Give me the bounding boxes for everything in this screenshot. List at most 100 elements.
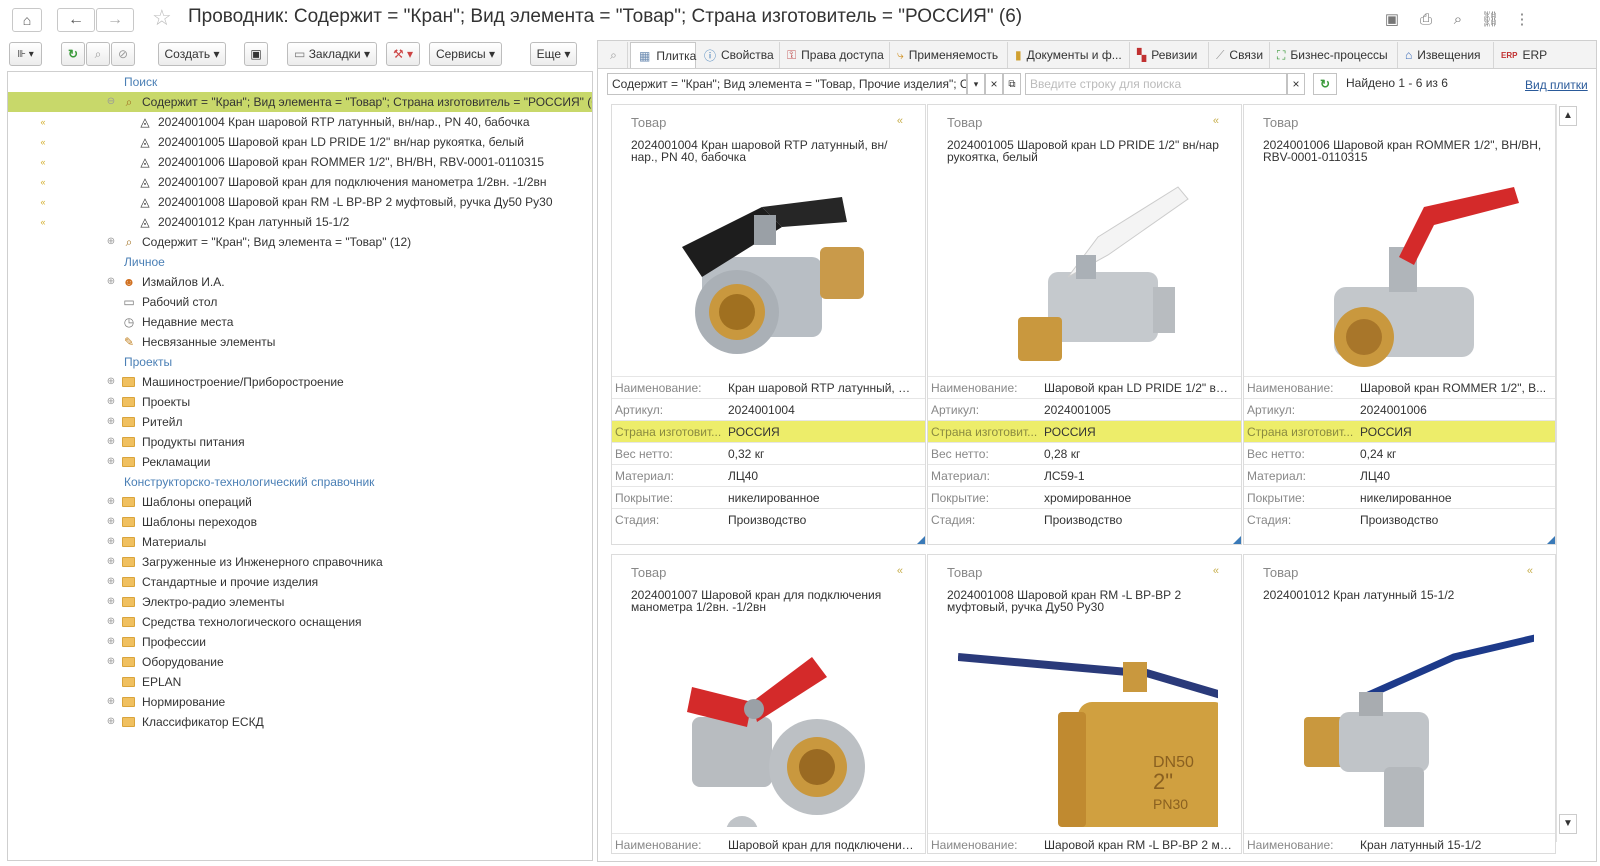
more-button[interactable]: Еще ▾ xyxy=(530,42,577,66)
tab-tiles[interactable]: ▦ Плитка xyxy=(630,42,696,68)
back-button[interactable]: ← xyxy=(57,8,95,32)
expand-icon[interactable]: ⊕ xyxy=(106,377,116,387)
tab-search[interactable]: ⌕ xyxy=(600,42,628,68)
expand-icon[interactable]: ⊕ xyxy=(106,517,116,527)
tree-item[interactable]: « ◬ 2024001006 Шаровой кран ROMMER 1/2", В… xyxy=(8,152,592,172)
expand-icon[interactable]: ⊕ xyxy=(106,457,116,467)
tree-folder[interactable]: ⊕ Оборудование xyxy=(8,652,592,672)
tab-documents[interactable]: ▮ Документы и ф... xyxy=(1009,42,1130,68)
tab-revisions[interactable]: ▚ Ревизии xyxy=(1131,42,1209,68)
product-card[interactable]: Товар « 2024001007 Шаровой кран для подк… xyxy=(611,554,926,854)
structure-dropdown[interactable]: ⊪ ▾ xyxy=(9,42,42,66)
create-button[interactable]: Создать ▾ xyxy=(158,42,226,66)
tree-item-user[interactable]: ⊕ ☻ Измайлов И.А. xyxy=(8,272,592,292)
expand-icon[interactable]: ⊕ xyxy=(106,277,116,287)
link-icon[interactable]: ⛓ xyxy=(1480,9,1500,29)
expand-icon[interactable]: ⊕ xyxy=(106,557,116,567)
pin-icon[interactable]: « xyxy=(1213,565,1219,577)
expand-icon[interactable]: ⊕ xyxy=(106,237,116,247)
query-field[interactable]: Содержит = "Кран"; Вид элемента = "Товар… xyxy=(607,73,967,95)
tree-folder[interactable]: ⊕ Шаблоны операций xyxy=(8,492,592,512)
tree-folder[interactable]: ⊕ Стандартные и прочие изделия xyxy=(8,572,592,592)
expand-icon[interactable]: ⊕ xyxy=(106,617,116,627)
tiles-scrollbar[interactable]: ▲ ▼ xyxy=(1556,104,1578,842)
product-card[interactable]: Товар 2024001006 Шаровой кран ROMMER 1/2… xyxy=(1243,104,1556,545)
tree-folder[interactable]: ⊕ Рекламации xyxy=(8,452,592,472)
expand-icon[interactable]: ⊕ xyxy=(106,697,116,707)
expand-icon[interactable]: ⊕ xyxy=(106,577,116,587)
tree-item[interactable]: « ◬ 2024001012 Кран латунный 15-1/2 xyxy=(8,212,592,232)
expand-icon[interactable]: ⊕ xyxy=(106,717,116,727)
more-vert-icon[interactable]: ⋮ xyxy=(1512,9,1532,29)
tree-folder[interactable]: ⊕ Ритейл xyxy=(8,412,592,432)
tab-access[interactable]: ⚿ Права доступа xyxy=(781,42,890,68)
star-icon[interactable]: ☆ xyxy=(152,5,172,31)
tab-properties[interactable]: ⓘ Свойства xyxy=(698,42,780,68)
tree-query-selected[interactable]: ⊖ ⌕ Содержит = "Кран"; Вид элемента = "Тов… xyxy=(8,92,592,112)
expand-icon[interactable]: ⊕ xyxy=(106,417,116,427)
tree-folder[interactable]: ⊕ Профессии xyxy=(8,632,592,652)
forward-button[interactable]: → xyxy=(96,8,134,32)
tree-item[interactable]: « ◬ 2024001004 Кран шаровой RTP латунный, … xyxy=(8,112,592,132)
tree-folder[interactable]: ⊕ Проекты xyxy=(8,392,592,412)
tree-folder[interactable]: ⊕ Классификатор ЕСКД xyxy=(8,712,592,732)
refresh-button[interactable]: ↻ xyxy=(61,42,85,66)
tab-notices[interactable]: ⌂ Извещения xyxy=(1399,42,1494,68)
find-button[interactable]: ⌕ xyxy=(86,42,110,66)
find-clear-button[interactable]: ⊘ xyxy=(111,42,135,66)
pin-icon[interactable]: « xyxy=(1213,115,1219,127)
home-button[interactable]: ⌂ xyxy=(12,8,42,32)
save-icon[interactable]: ▣ xyxy=(1382,9,1402,29)
expand-icon[interactable]: ⊕ xyxy=(106,597,116,607)
print-icon[interactable]: ⎙ xyxy=(1416,9,1436,29)
bookmarks-button[interactable]: ▭ Закладки ▾ xyxy=(287,42,377,66)
pin-icon[interactable]: « xyxy=(897,115,903,127)
tab-erp[interactable]: ERP ERP xyxy=(1495,42,1555,68)
product-card[interactable]: Товар « 2024001005 Шаровой кран LD PRIDE… xyxy=(927,104,1242,545)
search-clear-button[interactable]: × xyxy=(1287,73,1305,95)
expand-icon[interactable]: ⊕ xyxy=(106,437,116,447)
product-card[interactable]: Товар « 2024001012 Кран латунный 15-1/2 … xyxy=(1243,554,1556,854)
tree-item[interactable]: « ◬ 2024001008 Шаровой кран RM -L ВР-ВР 2 … xyxy=(8,192,592,212)
expand-icon[interactable]: ⊕ xyxy=(106,497,116,507)
tree-folder[interactable]: ⊕ Загруженные из Инженерного справочника xyxy=(8,552,592,572)
tree-folder[interactable]: ⊕ Материалы xyxy=(8,532,592,552)
tree-item[interactable]: « ◬ 2024001005 Шаровой кран LD PRIDE 1/2" … xyxy=(8,132,592,152)
expand-icon[interactable]: ⊕ xyxy=(106,397,116,407)
query-clear-button[interactable]: × xyxy=(985,73,1003,95)
tree-query[interactable]: ⊕ ⌕ Содержит = "Кран"; Вид элемента = "Тов… xyxy=(8,232,592,252)
search-input[interactable]: Введите строку для поиска xyxy=(1025,73,1287,95)
tab-links[interactable]: ⟋ Связи xyxy=(1210,42,1270,68)
tree-folder[interactable]: ⊕ Средства технологического оснащения xyxy=(8,612,592,632)
tree-folder[interactable]: ⊕ Электро-радио элементы xyxy=(8,592,592,612)
tree-item-recent[interactable]: ◷ Недавние места xyxy=(8,312,592,332)
tree-item-desktop[interactable]: ▭ Рабочий стол xyxy=(8,292,592,312)
expand-icon[interactable]: ⊕ xyxy=(106,637,116,647)
preview-icon[interactable]: ⌕ xyxy=(1448,9,1468,29)
scroll-down-icon[interactable]: ▼ xyxy=(1559,814,1577,834)
tree-folder[interactable]: ⊕ Машиностроение/Приборостроение xyxy=(8,372,592,392)
tree-folder[interactable]: ⊕ Шаблоны переходов xyxy=(8,512,592,532)
services-button[interactable]: Сервисы ▾ xyxy=(429,42,502,66)
navigator-tree[interactable]: Поиск ⊖ ⌕ Содержит = "Кран"; Вид элемента … xyxy=(7,71,593,861)
tree-item-unlinked[interactable]: ✎ Несвязанные элементы xyxy=(8,332,592,352)
refresh-results-button[interactable]: ↻ xyxy=(1313,73,1337,95)
expand-icon[interactable]: ⊕ xyxy=(106,537,116,547)
tab-business-processes[interactable]: ⛶ Бизнес-процессы xyxy=(1271,42,1398,68)
tile-view-link[interactable]: Вид плитки xyxy=(1525,78,1588,92)
tree-folder[interactable]: ⊕ Продукты питания xyxy=(8,432,592,452)
tree-item[interactable]: « ◬ 2024001007 Шаровой кран для подключени… xyxy=(8,172,592,192)
save-toolbar-button[interactable]: ▣ xyxy=(244,42,268,66)
tools-button[interactable]: ⚒ ▾ xyxy=(386,42,420,66)
tree-folder[interactable]: ⊕ Нормирование xyxy=(8,692,592,712)
product-card[interactable]: Товар « 2024001004 Кран шаровой RTP лату… xyxy=(611,104,926,545)
query-dropdown-button[interactable]: ▾ xyxy=(967,73,985,95)
tab-usage[interactable]: ⤷ Применяемость xyxy=(891,42,1008,68)
tree-folder[interactable]: EPLAN xyxy=(8,672,592,692)
pin-icon[interactable]: « xyxy=(897,565,903,577)
collapse-icon[interactable]: ⊖ xyxy=(106,97,116,107)
expand-icon[interactable]: ⊕ xyxy=(106,657,116,667)
scroll-up-icon[interactable]: ▲ xyxy=(1559,106,1577,126)
product-card[interactable]: Товар « 2024001008 Шаровой кран RM -L ВР… xyxy=(927,554,1242,854)
pin-icon[interactable]: « xyxy=(1527,565,1533,577)
